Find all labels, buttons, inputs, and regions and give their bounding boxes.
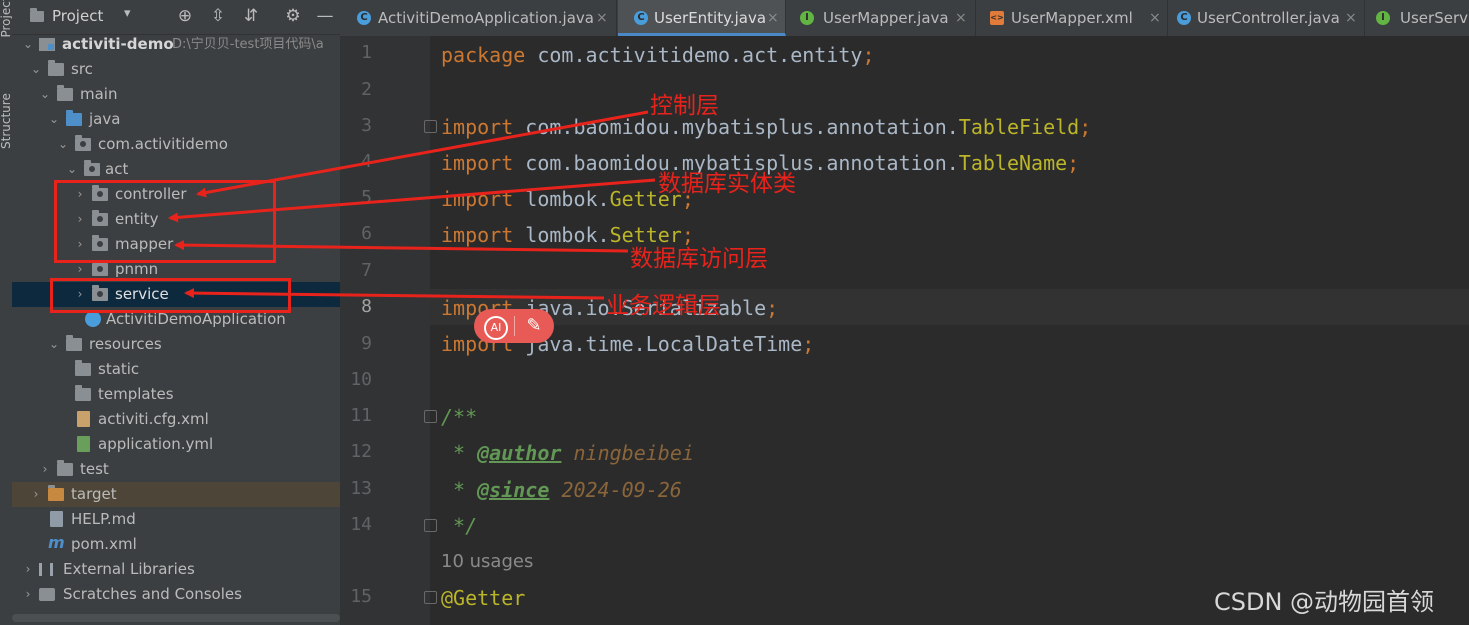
arrow-service bbox=[184, 288, 605, 300]
annotation-label-mapper: 数据库访问层 bbox=[630, 246, 768, 272]
annotation-arrows bbox=[168, 110, 656, 300]
annotation-label-entity: 数据库实体类 bbox=[658, 171, 796, 197]
ai-assistant-bubble[interactable]: AI ✎ bbox=[474, 309, 554, 343]
arrow-controller bbox=[196, 110, 649, 198]
bubble-divider bbox=[514, 316, 515, 336]
arrow-mapper bbox=[174, 240, 629, 253]
ai-button[interactable]: AI bbox=[480, 309, 512, 343]
watermark: CSDN @动物园首领 bbox=[1214, 588, 1435, 616]
annotation-label-controller: 控制层 bbox=[650, 93, 719, 119]
magic-pen-icon[interactable]: ✎ bbox=[518, 309, 550, 343]
annotation-label-service: 业务逻辑层 bbox=[606, 293, 721, 319]
